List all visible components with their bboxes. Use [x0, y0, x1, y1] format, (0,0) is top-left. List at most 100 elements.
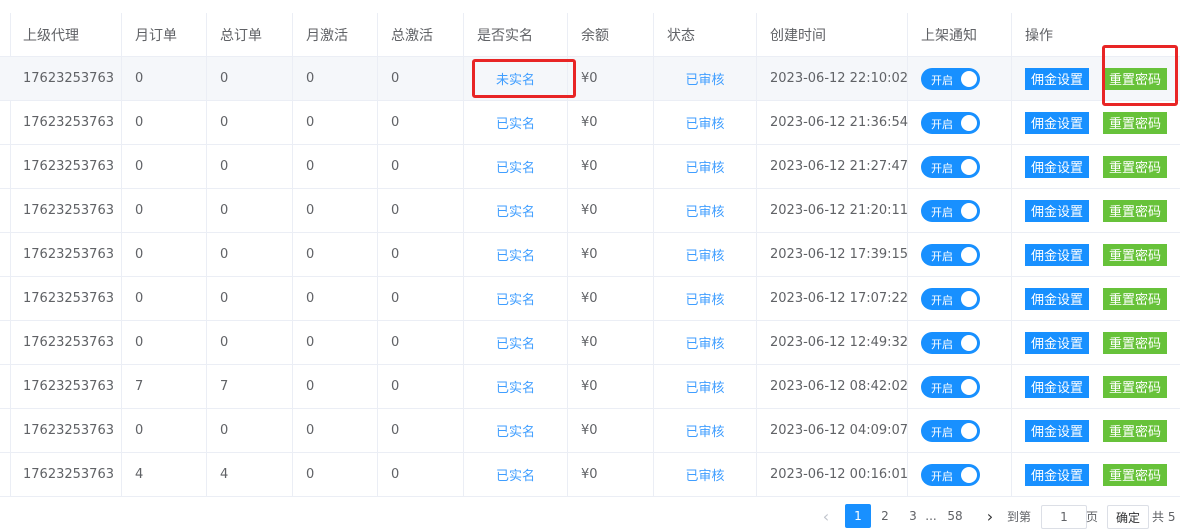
monthly-orders-cell: 4	[135, 467, 144, 482]
reset-password-button[interactable]: 重置密码	[1103, 375, 1167, 398]
page-1-button[interactable]: 1	[845, 504, 871, 528]
page-unit-label: 页	[1085, 509, 1098, 524]
verified-link[interactable]: 已实名	[496, 333, 535, 352]
commission-settings-button[interactable]: 佣金设置	[1025, 155, 1089, 178]
header-balance[interactable]: 余额	[568, 13, 654, 56]
status-link[interactable]: 已审核	[685, 333, 724, 352]
verified-link[interactable]: 已实名	[496, 377, 535, 396]
header-total-activations[interactable]: 总激活	[378, 13, 464, 56]
header-status[interactable]: 状态	[654, 13, 757, 56]
chevron-right-icon[interactable]: ›	[982, 506, 998, 526]
listing-notice-toggle[interactable]: 开启	[921, 419, 980, 442]
header-monthly-orders[interactable]: 月订单	[122, 13, 207, 56]
total-orders-cell: 4	[220, 467, 229, 482]
commission-settings-button[interactable]: 佣金设置	[1025, 243, 1089, 266]
verified-link[interactable]: 已实名	[496, 113, 535, 132]
table-header: 上级代理 月订单 总订单 月激活 总激活 是否实名 余额 状态 创建时间 上架通…	[0, 13, 1180, 57]
agent-cell: 17623253763	[23, 159, 114, 174]
reset-password-button[interactable]: 重置密码	[1103, 111, 1167, 134]
toggle-label: 开启	[931, 161, 953, 175]
monthly-orders-cell: 7	[135, 379, 144, 394]
goto-confirm-button[interactable]: 确定	[1107, 505, 1149, 529]
verified-link[interactable]: 已实名	[496, 289, 535, 308]
header-agent[interactable]: 上级代理	[10, 13, 122, 56]
status-link[interactable]: 已审核	[685, 377, 724, 396]
commission-settings-button[interactable]: 佣金设置	[1025, 287, 1089, 310]
created-at-cell: 2023-06-12 04:09:07	[770, 423, 909, 438]
reset-password-button[interactable]: 重置密码	[1103, 243, 1167, 266]
commission-settings-button[interactable]: 佣金设置	[1025, 419, 1089, 442]
total-orders-cell: 0	[220, 423, 229, 438]
commission-settings-button[interactable]: 佣金设置	[1025, 67, 1089, 90]
monthly-activations-cell: 0	[306, 203, 315, 218]
reset-password-button[interactable]: 重置密码	[1103, 419, 1167, 442]
total-activations-cell: 0	[391, 291, 400, 306]
reset-password-button[interactable]: 重置密码	[1103, 199, 1167, 222]
page-3-button[interactable]: 3	[905, 506, 921, 526]
total-orders-cell: 0	[220, 291, 229, 306]
verified-link[interactable]: 已实名	[496, 201, 535, 220]
verified-link[interactable]: 已实名	[496, 245, 535, 264]
toggle-knob	[961, 334, 977, 351]
monthly-activations-cell: 0	[306, 115, 315, 130]
status-link[interactable]: 已审核	[685, 465, 724, 484]
listing-notice-toggle[interactable]: 开启	[921, 375, 980, 398]
verified-link[interactable]: 已实名	[496, 465, 535, 484]
table-row: 17623253763 7 7 0 0 已实名 ¥0 已审核 2023-06-12 08:42:…	[0, 365, 1180, 409]
total-activations-cell: 0	[391, 423, 400, 438]
reset-password-button[interactable]: 重置密码	[1103, 463, 1167, 486]
commission-settings-button[interactable]: 佣金设置	[1025, 199, 1089, 222]
monthly-orders-cell: 0	[135, 247, 144, 262]
listing-notice-toggle[interactable]: 开启	[921, 67, 980, 90]
header-verified[interactable]: 是否实名	[464, 13, 568, 56]
total-activations-cell: 0	[391, 379, 400, 394]
status-link[interactable]: 已审核	[685, 69, 724, 88]
status-link[interactable]: 已审核	[685, 201, 724, 220]
goto-page-input[interactable]: 1	[1041, 505, 1087, 529]
commission-settings-button[interactable]: 佣金设置	[1025, 111, 1089, 134]
total-orders-cell: 0	[220, 159, 229, 174]
header-total-orders[interactable]: 总订单	[207, 13, 293, 56]
pagination-ellipsis[interactable]: ...	[922, 506, 940, 526]
reset-password-button[interactable]: 重置密码	[1103, 287, 1167, 310]
listing-notice-toggle[interactable]: 开启	[921, 111, 980, 134]
page-2-button[interactable]: 2	[877, 506, 893, 526]
agents-table: 上级代理 月订单 总订单 月激活 总激活 是否实名 余额 状态 创建时间 上架通…	[0, 13, 1180, 497]
total-activations-cell: 0	[391, 115, 400, 130]
listing-notice-toggle[interactable]: 开启	[921, 287, 980, 310]
reset-password-button[interactable]: 重置密码	[1103, 331, 1167, 354]
commission-settings-button[interactable]: 佣金设置	[1025, 463, 1089, 486]
total-activations-cell: 0	[391, 247, 400, 262]
listing-notice-toggle[interactable]: 开启	[921, 243, 980, 266]
toggle-label: 开启	[931, 381, 953, 395]
reset-password-button[interactable]: 重置密码	[1103, 155, 1167, 178]
balance-cell: ¥0	[581, 379, 598, 394]
verified-link[interactable]: 已实名	[496, 421, 535, 440]
verified-link[interactable]: 已实名	[496, 157, 535, 176]
agent-cell: 17623253763	[23, 423, 114, 438]
monthly-activations-cell: 0	[306, 159, 315, 174]
header-created-at[interactable]: 创建时间	[757, 13, 908, 56]
listing-notice-toggle[interactable]: 开启	[921, 199, 980, 222]
header-listing-notice[interactable]: 上架通知	[908, 13, 1012, 56]
toggle-knob	[961, 290, 977, 307]
balance-cell: ¥0	[581, 203, 598, 218]
toggle-knob	[961, 246, 977, 263]
commission-settings-button[interactable]: 佣金设置	[1025, 375, 1089, 398]
toggle-label: 开启	[931, 425, 953, 439]
chevron-left-icon[interactable]: ‹	[818, 506, 834, 526]
agent-cell: 17623253763	[23, 379, 114, 394]
status-link[interactable]: 已审核	[685, 421, 724, 440]
status-link[interactable]: 已审核	[685, 157, 724, 176]
total-orders-cell: 0	[220, 115, 229, 130]
commission-settings-button[interactable]: 佣金设置	[1025, 331, 1089, 354]
header-monthly-activations[interactable]: 月激活	[293, 13, 378, 56]
page-last-button[interactable]: 58	[943, 506, 967, 526]
status-link[interactable]: 已审核	[685, 289, 724, 308]
toggle-label: 开启	[931, 337, 953, 351]
listing-notice-toggle[interactable]: 开启	[921, 331, 980, 354]
status-link[interactable]: 已审核	[685, 113, 724, 132]
listing-notice-toggle[interactable]: 开启	[921, 155, 980, 178]
listing-notice-toggle[interactable]: 开启	[921, 463, 980, 486]
status-link[interactable]: 已审核	[685, 245, 724, 264]
